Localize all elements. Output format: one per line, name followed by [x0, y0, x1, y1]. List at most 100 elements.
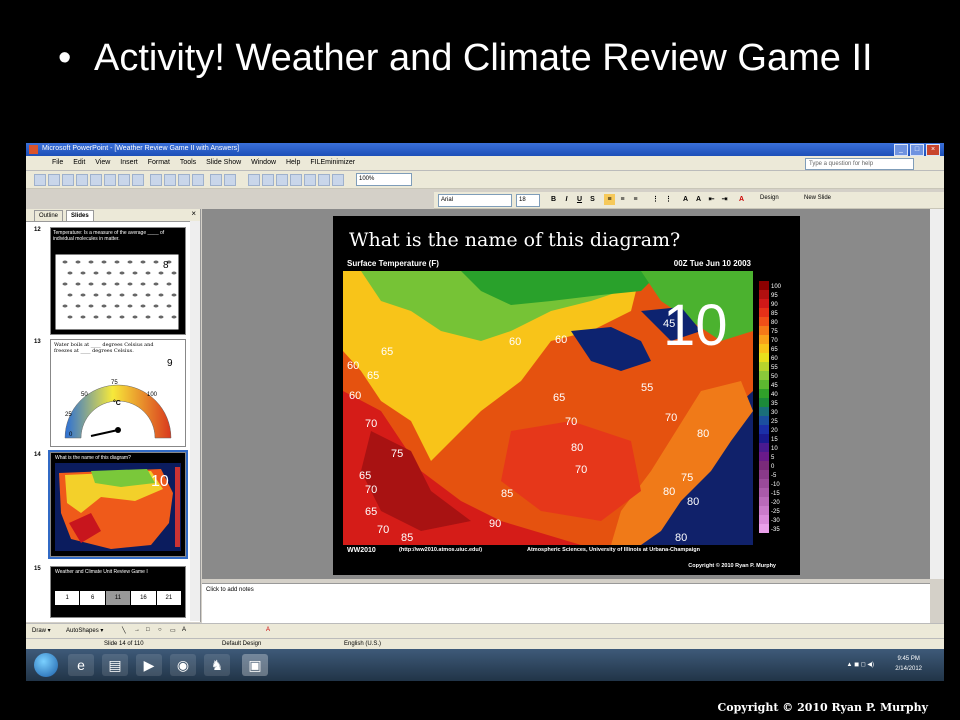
clock[interactable]: 9:45 PM 2/14/2012	[895, 654, 922, 674]
hyperlink-icon[interactable]	[290, 174, 302, 186]
align-right-button[interactable]: ≡	[630, 194, 641, 205]
game-grid: 1 6 11 16 21	[55, 591, 182, 605]
format-painter-icon[interactable]	[192, 174, 204, 186]
maximize-button[interactable]: □	[910, 144, 924, 156]
molecule-dot	[132, 271, 138, 275]
drawing-toolbar: Draw ▾ AutoShapes ▾ ╲ → □ ○ ▭ A A	[26, 623, 944, 639]
title-bullet: •	[58, 37, 72, 79]
align-left-button[interactable]: ≡	[604, 194, 615, 205]
legend-label: 30	[771, 410, 778, 416]
increase-indent-button[interactable]: ⇥	[719, 194, 730, 205]
internet-explorer-icon[interactable]: e	[68, 654, 94, 676]
legend-label: 50	[771, 374, 778, 380]
close-pane-icon[interactable]: ×	[191, 209, 196, 218]
media-player-icon[interactable]: ▶	[136, 654, 162, 676]
tables-borders-icon[interactable]	[276, 174, 288, 186]
decrease-indent-button[interactable]: ⇤	[706, 194, 717, 205]
powerpoint-taskbar-icon[interactable]: ▣	[242, 654, 268, 676]
numbering-button[interactable]: ⋮	[650, 194, 661, 205]
menu-edit[interactable]: Edit	[69, 156, 89, 169]
help-search-input[interactable]: Type a question for help	[805, 158, 914, 170]
menu-fileminimizer[interactable]: FILEminimizer	[306, 156, 359, 169]
print-icon[interactable]	[104, 174, 116, 186]
molecule-dot	[171, 271, 177, 275]
cut-icon[interactable]	[150, 174, 162, 186]
tab-slides[interactable]: Slides	[66, 210, 94, 221]
align-center-button[interactable]: ≡	[617, 194, 628, 205]
grayscale-icon[interactable]	[332, 174, 344, 186]
italic-button[interactable]: I	[561, 194, 572, 205]
zoom-select[interactable]: 100%	[356, 173, 412, 186]
thumbnail-badge: 8	[163, 260, 169, 271]
tray-icons[interactable]: ▲ ◼ ◻ ◀)	[846, 661, 874, 668]
thumbnail-image: What is the name of this diagram? 10	[48, 450, 188, 559]
start-button[interactable]	[34, 653, 58, 677]
slide-copyright: Copyright © 2010 Ryan P. Murphy	[688, 563, 776, 569]
wordart-icon[interactable]: A	[182, 627, 186, 633]
oval-icon[interactable]: ○	[158, 627, 162, 633]
gauge-unit: °C	[113, 400, 121, 407]
undo-icon[interactable]	[210, 174, 222, 186]
insert-table-icon[interactable]	[262, 174, 274, 186]
menu-tools[interactable]: Tools	[176, 156, 200, 169]
new-icon[interactable]	[34, 174, 46, 186]
notes-pane[interactable]: Click to add notes	[202, 583, 930, 624]
minimize-button[interactable]: _	[894, 144, 908, 156]
bold-button[interactable]: B	[548, 194, 559, 205]
menu-window[interactable]: Window	[247, 156, 280, 169]
chess-icon[interactable]: ♞	[204, 654, 230, 676]
expand-all-icon[interactable]	[304, 174, 316, 186]
molecule-dot	[80, 293, 86, 297]
show-formatting-icon[interactable]	[318, 174, 330, 186]
print-preview-icon[interactable]	[118, 174, 130, 186]
legend-label: 10	[771, 446, 778, 452]
contour-label: 55	[641, 382, 653, 394]
redo-icon[interactable]	[224, 174, 236, 186]
thumbnail-image: Weather and Climate Unit Review Game I 1…	[50, 566, 186, 618]
menu-slide-show[interactable]: Slide Show	[202, 156, 245, 169]
menu-insert[interactable]: Insert	[116, 156, 142, 169]
font-select[interactable]: Arial	[438, 194, 512, 207]
font-size-select[interactable]: 18	[516, 194, 540, 207]
contour-label: 60	[509, 336, 521, 348]
contour-label: 70	[665, 412, 677, 424]
insert-chart-icon[interactable]	[248, 174, 260, 186]
firefox-icon[interactable]: ◉	[170, 654, 196, 676]
legend-swatch	[759, 425, 769, 434]
menu-help[interactable]: Help	[282, 156, 304, 169]
font-color-icon[interactable]: A	[266, 627, 270, 633]
paste-icon[interactable]	[178, 174, 190, 186]
menu-file[interactable]: File	[48, 156, 67, 169]
textbox-icon[interactable]: ▭	[170, 627, 176, 634]
shrink-font-button[interactable]: A	[693, 194, 704, 205]
arrow-icon[interactable]: →	[134, 627, 140, 633]
email-icon[interactable]	[90, 174, 102, 186]
copy-icon[interactable]	[164, 174, 176, 186]
menu-format[interactable]: Format	[144, 156, 174, 169]
autoshapes-menu[interactable]: AutoShapes ▾	[66, 627, 103, 634]
new-slide-button[interactable]: New Slide	[804, 195, 831, 201]
draw-menu[interactable]: Draw ▾	[32, 627, 51, 634]
bullets-button[interactable]: ⋮	[663, 194, 674, 205]
slides-scrollbar[interactable]	[190, 221, 200, 621]
font-color-button[interactable]: A	[736, 194, 747, 205]
save-icon[interactable]	[62, 174, 74, 186]
rectangle-icon[interactable]: □	[146, 627, 150, 633]
editor-scrollbar[interactable]	[930, 209, 944, 579]
legend-swatch	[759, 470, 769, 479]
open-icon[interactable]	[48, 174, 60, 186]
molecule-dot	[145, 271, 151, 275]
design-button[interactable]: Design	[760, 195, 779, 201]
thumbnail-badge: 10	[151, 473, 169, 490]
underline-button[interactable]: U	[574, 194, 585, 205]
permission-icon[interactable]	[76, 174, 88, 186]
grow-font-button[interactable]: A	[680, 194, 691, 205]
spelling-icon[interactable]	[132, 174, 144, 186]
file-explorer-icon[interactable]: ▤	[102, 654, 128, 676]
current-slide[interactable]: What is the name of this diagram? Surfac…	[333, 216, 800, 575]
line-icon[interactable]: ╲	[122, 627, 126, 634]
close-button[interactable]: ×	[926, 144, 940, 156]
shadow-button[interactable]: S	[587, 194, 598, 205]
menu-view[interactable]: View	[91, 156, 114, 169]
tab-outline[interactable]: Outline	[34, 210, 64, 221]
